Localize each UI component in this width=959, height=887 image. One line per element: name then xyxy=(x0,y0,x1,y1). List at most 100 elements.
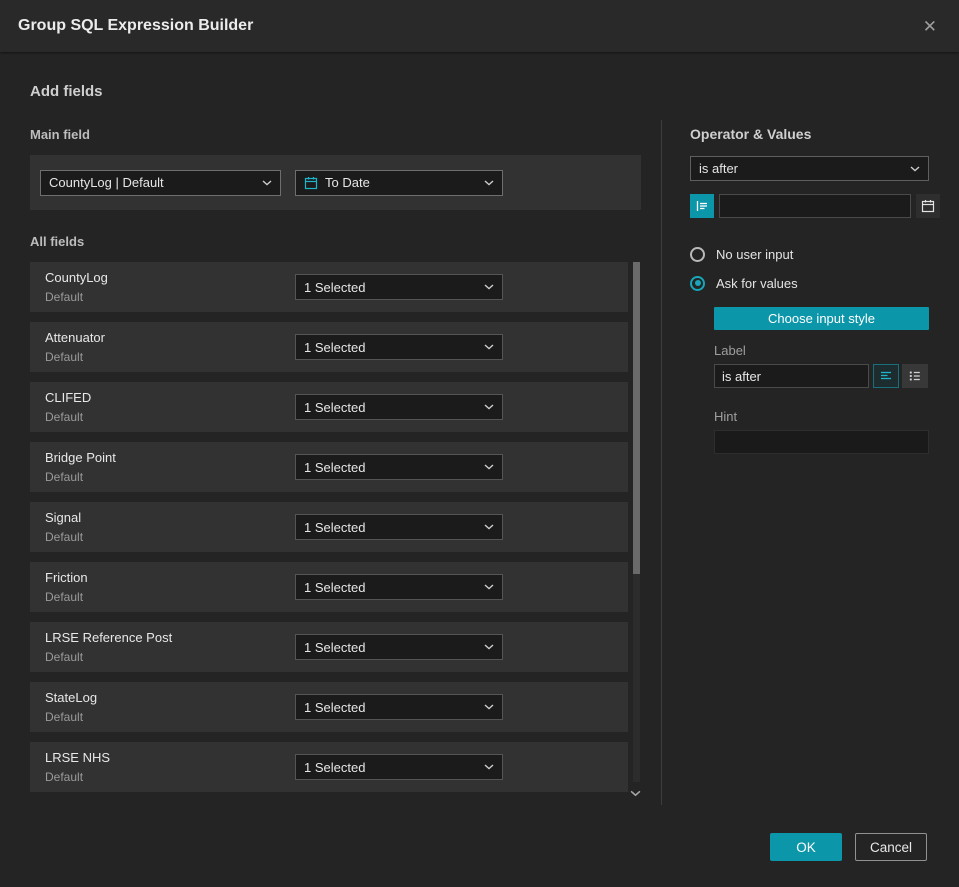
field-row-text: LRSE Reference Post Default xyxy=(45,630,172,664)
operator-values-heading: Operator & Values xyxy=(690,126,812,142)
calendar-icon xyxy=(304,176,318,189)
field-name: Bridge Point xyxy=(45,450,116,465)
chevron-down-icon xyxy=(484,644,494,650)
cancel-button[interactable]: Cancel xyxy=(855,833,927,861)
operator-select-value: is after xyxy=(699,161,739,176)
field-subtitle: Default xyxy=(45,470,84,484)
field-row: CountyLog Default 1 Selected xyxy=(30,262,628,312)
field-count-select-value: 1 Selected xyxy=(304,579,366,595)
chevron-down-icon xyxy=(484,524,494,530)
chevron-down-icon xyxy=(484,764,494,770)
field-row: CLIFED Default 1 Selected xyxy=(30,382,628,432)
label-input[interactable] xyxy=(714,364,869,388)
list-style-button[interactable] xyxy=(902,364,928,388)
operator-select[interactable]: is after xyxy=(690,156,929,181)
dialog-title: Group SQL Expression Builder xyxy=(18,17,254,34)
single-line-style-button[interactable] xyxy=(873,364,899,388)
field-row: StateLog Default 1 Selected xyxy=(30,682,628,732)
field-row-text: Bridge Point Default xyxy=(45,450,116,484)
field-row: Signal Default 1 Selected xyxy=(30,502,628,552)
operator-values-panel: Operator & Values is after No user input… xyxy=(690,126,940,454)
chevron-down-icon xyxy=(484,704,494,710)
scrollbar-track[interactable] xyxy=(633,262,640,782)
field-row: Attenuator Default 1 Selected xyxy=(30,322,628,372)
field-name: StateLog xyxy=(45,690,98,705)
field-count-select[interactable]: 1 Selected xyxy=(295,454,503,480)
all-fields-list: CountyLog Default 1 Selected Attenuator … xyxy=(30,262,641,805)
hint-caption: Hint xyxy=(714,409,738,424)
hint-input[interactable] xyxy=(714,430,929,454)
field-name: Signal xyxy=(45,510,82,525)
field-count-select-value: 1 Selected xyxy=(304,699,366,715)
field-subtitle: Default xyxy=(45,530,84,544)
close-icon: ✕ xyxy=(922,16,937,36)
chevron-down-icon xyxy=(484,284,494,290)
field-subtitle: Default xyxy=(45,410,84,424)
main-field-date-select[interactable]: To Date xyxy=(295,169,503,196)
field-count-select[interactable]: 1 Selected xyxy=(295,634,503,660)
field-count-select-value: 1 Selected xyxy=(304,639,366,655)
scrollbar-thumb[interactable] xyxy=(633,262,640,574)
form-input-icon xyxy=(696,201,707,211)
label-caption: Label xyxy=(714,343,746,358)
add-fields-heading: Add fields xyxy=(30,83,103,100)
field-count-select[interactable]: 1 Selected xyxy=(295,274,503,300)
field-name: CountyLog xyxy=(45,270,108,285)
field-subtitle: Default xyxy=(45,350,84,364)
all-fields-rows: CountyLog Default 1 Selected Attenuator … xyxy=(30,262,628,792)
chevron-down-icon xyxy=(484,464,494,470)
field-count-select[interactable]: 1 Selected xyxy=(295,514,503,540)
field-row-text: Signal Default xyxy=(45,510,83,544)
field-row-text: CLIFED Default xyxy=(45,390,91,424)
radio-ask-for-values-label: Ask for values xyxy=(716,275,798,291)
field-subtitle: Default xyxy=(45,650,84,664)
value-mode-button[interactable] xyxy=(690,194,714,218)
field-row-text: Attenuator Default xyxy=(45,330,105,364)
field-row-text: StateLog Default xyxy=(45,690,97,724)
main-field-label: Main field xyxy=(30,127,90,142)
field-subtitle: Default xyxy=(45,710,84,724)
field-count-select[interactable]: 1 Selected xyxy=(295,754,503,780)
main-field-date-select-value: To Date xyxy=(325,175,370,190)
close-button[interactable]: ✕ xyxy=(919,14,941,39)
chevron-down-icon xyxy=(630,790,640,796)
dialog-header: Group SQL Expression Builder ✕ xyxy=(0,0,959,52)
radio-selected-icon xyxy=(690,275,705,291)
field-row-text: CountyLog Default xyxy=(45,270,108,304)
field-row: Bridge Point Default 1 Selected xyxy=(30,442,628,492)
field-count-select[interactable]: 1 Selected xyxy=(295,694,503,720)
chevron-down-icon xyxy=(484,344,494,350)
field-count-select[interactable]: 1 Selected xyxy=(295,334,503,360)
radio-circle-icon xyxy=(690,246,705,262)
chevron-down-icon xyxy=(484,179,494,186)
list-icon xyxy=(909,371,920,381)
field-count-select-value: 1 Selected xyxy=(304,519,366,535)
field-count-select-value: 1 Selected xyxy=(304,399,366,415)
field-count-select-value: 1 Selected xyxy=(304,759,366,775)
value-input[interactable] xyxy=(719,194,911,218)
field-name: Friction xyxy=(45,570,88,585)
radio-ask-for-values[interactable]: Ask for values xyxy=(690,275,929,291)
radio-no-user-input-label: No user input xyxy=(716,246,794,262)
ok-button[interactable]: OK xyxy=(770,833,842,861)
field-row: LRSE Reference Post Default 1 Selected xyxy=(30,622,628,672)
value-calendar-button[interactable] xyxy=(916,194,940,218)
field-name: LRSE NHS xyxy=(45,750,111,765)
radio-no-user-input[interactable]: No user input xyxy=(690,246,929,262)
field-count-select[interactable]: 1 Selected xyxy=(295,574,503,600)
all-fields-label: All fields xyxy=(30,234,85,249)
label-input-row xyxy=(714,364,929,388)
chevron-down-icon xyxy=(910,165,920,172)
field-count-select[interactable]: 1 Selected xyxy=(295,394,503,420)
field-row: Friction Default 1 Selected xyxy=(30,562,628,612)
field-subtitle: Default xyxy=(45,290,84,304)
field-name: Attenuator xyxy=(45,330,105,345)
scroll-down-button[interactable] xyxy=(626,786,644,800)
choose-input-style-button[interactable]: Choose input style xyxy=(714,307,929,330)
value-row xyxy=(690,194,940,218)
field-subtitle: Default xyxy=(45,770,84,784)
main-field-select-value: CountyLog | Default xyxy=(49,175,164,190)
main-field-select[interactable]: CountyLog | Default xyxy=(40,169,281,196)
field-subtitle: Default xyxy=(45,590,84,604)
field-row-text: Friction Default xyxy=(45,570,88,604)
